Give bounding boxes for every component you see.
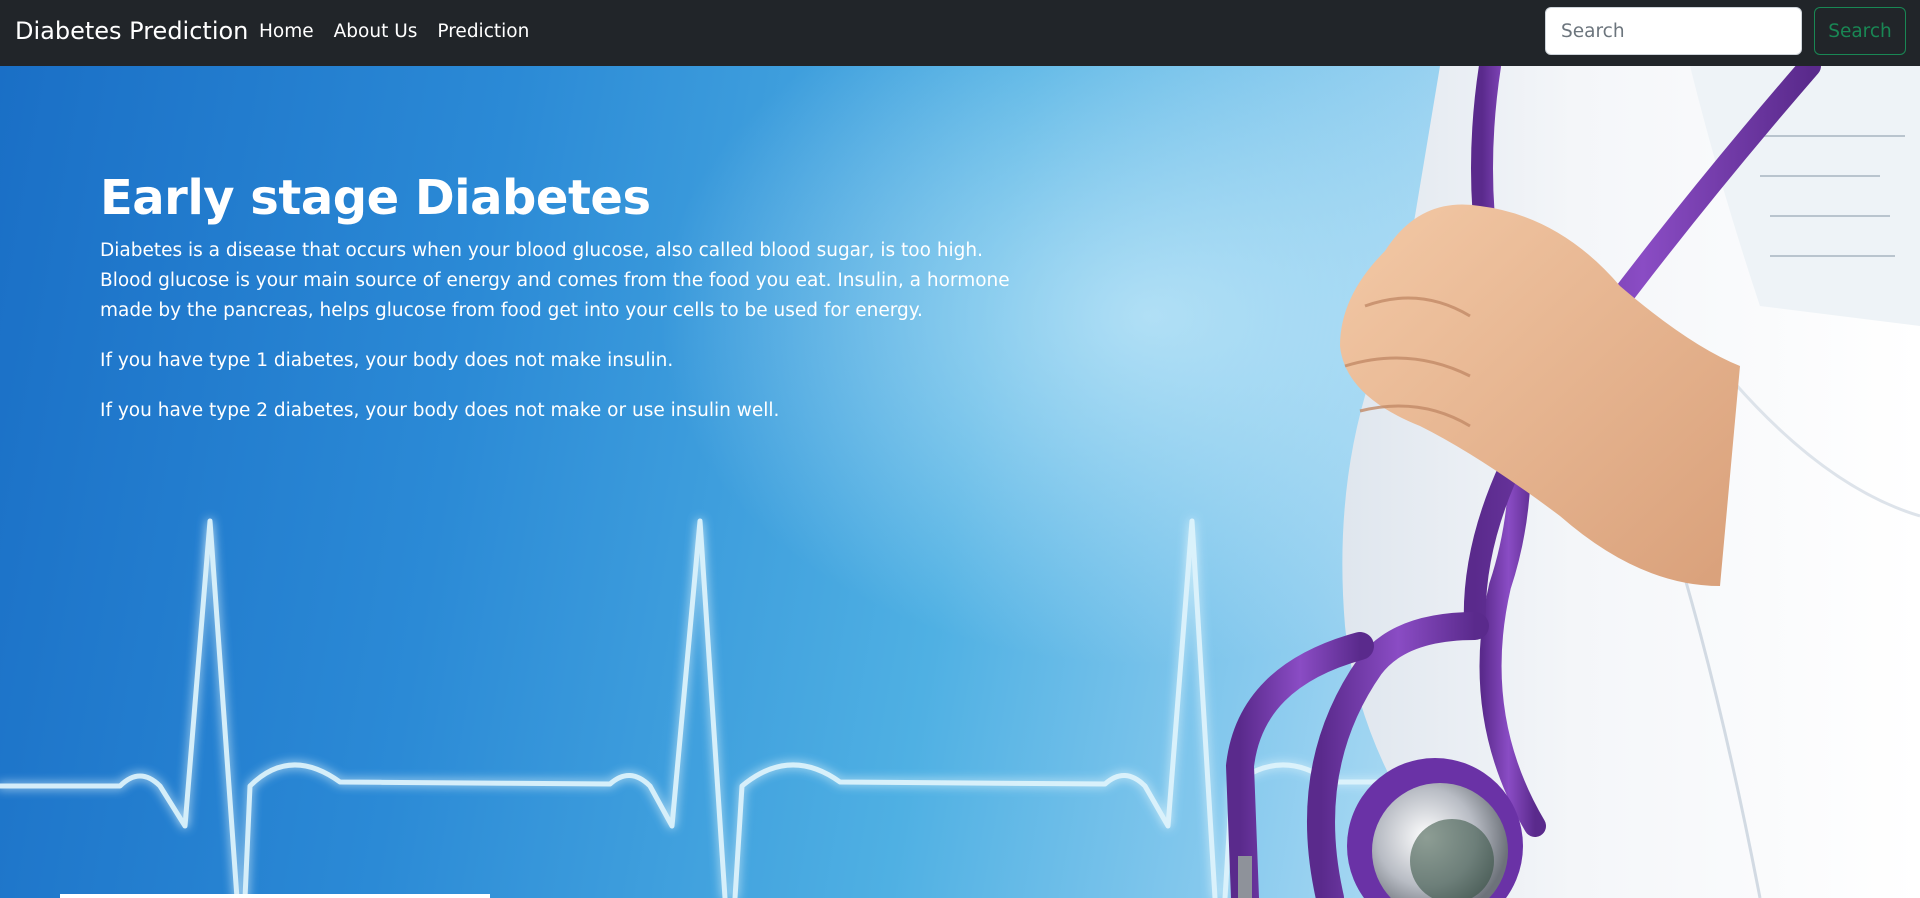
nav-links: Home About Us Prediction xyxy=(259,18,549,46)
hero-section: Early stage Diabetes Diabetes is a disea… xyxy=(0,66,1920,898)
hero-title: Early stage Diabetes xyxy=(100,170,651,226)
hero-text-block: Early stage Diabetes Diabetes is a disea… xyxy=(100,168,1030,446)
nav-link-about-us[interactable]: About Us xyxy=(334,18,418,46)
nav-link-prediction[interactable]: Prediction xyxy=(437,18,529,46)
bottom-scroll-strip xyxy=(60,894,490,898)
hero-paragraph-type1: If you have type 1 diabetes, your body d… xyxy=(100,350,674,371)
search-button[interactable]: Search xyxy=(1814,7,1906,55)
hero-paragraph-intro: Diabetes is a disease that occurs when y… xyxy=(100,240,1010,321)
search-input[interactable] xyxy=(1545,7,1802,55)
hero-paragraph-type2: If you have type 2 diabetes, your body d… xyxy=(100,400,780,421)
top-navbar: Diabetes Prediction Home About Us Predic… xyxy=(0,0,1920,66)
heartbeat-line-icon xyxy=(0,518,1403,898)
nav-link-home[interactable]: Home xyxy=(259,18,314,46)
navbar-brand[interactable]: Diabetes Prediction xyxy=(15,14,248,48)
